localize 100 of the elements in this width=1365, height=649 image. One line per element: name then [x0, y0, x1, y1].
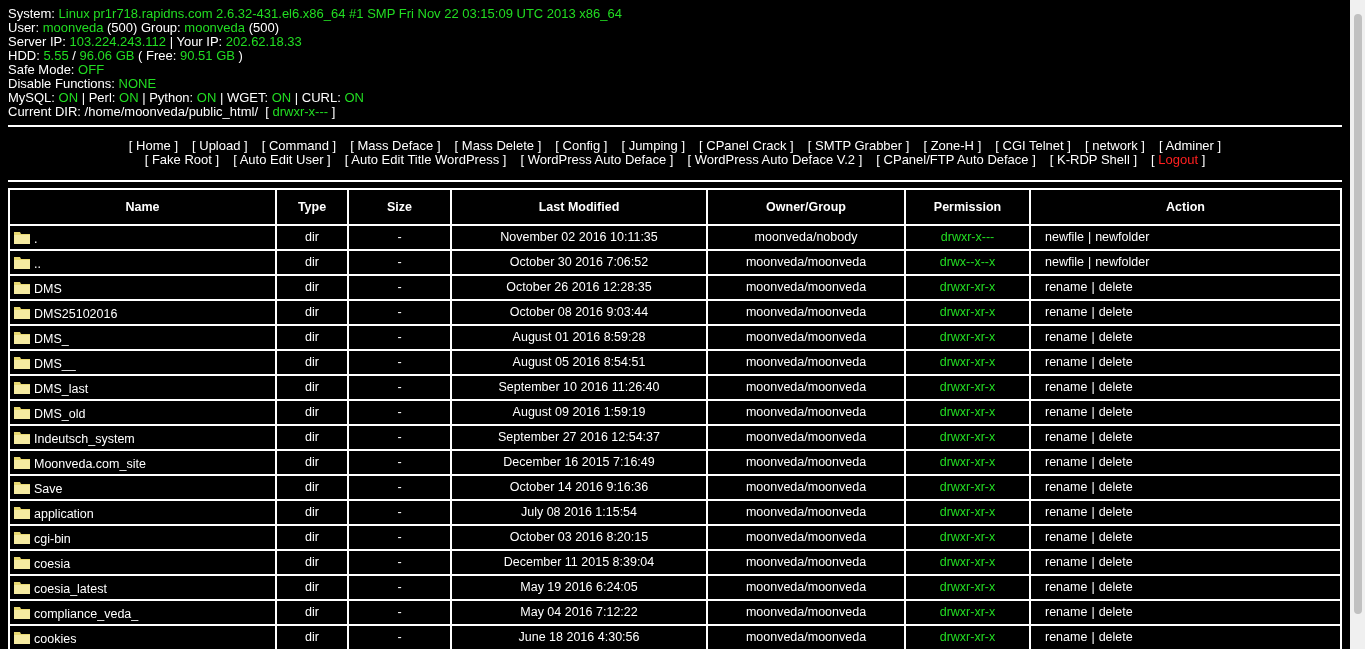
action-link[interactable]: delete — [1098, 603, 1133, 622]
folder-icon — [14, 306, 30, 319]
permission-cell: drwxr-xr-x — [905, 400, 1030, 425]
nav-link[interactable]: [ Upload ] — [192, 139, 248, 153]
separator: | — [1090, 279, 1096, 297]
nav-link[interactable]: [ Logout ] — [1151, 153, 1206, 167]
nav-link[interactable]: [ SMTP Grabber ] — [807, 139, 910, 153]
modified-cell: December 16 2015 7:16:49 — [451, 450, 707, 475]
action-link[interactable]: delete — [1098, 578, 1133, 597]
action-link[interactable]: rename — [1045, 503, 1088, 522]
action-link[interactable]: delete — [1098, 328, 1133, 347]
nav-link[interactable]: [ Home ] — [128, 139, 178, 153]
action-link[interactable]: rename — [1045, 353, 1088, 372]
folder-name[interactable]: DMS — [34, 276, 62, 299]
action-link[interactable]: delete — [1098, 528, 1133, 547]
owner-cell: moonveda/moonveda — [707, 525, 905, 550]
nav-link[interactable]: [ CPanel/FTP Auto Deface ] — [876, 153, 1036, 167]
nav-link[interactable]: [ Fake Root ] — [144, 153, 220, 167]
action-link[interactable]: rename — [1045, 453, 1088, 472]
nav-link[interactable]: [ Jumping ] — [621, 139, 685, 153]
size-cell: - — [348, 250, 451, 275]
action-link[interactable]: delete — [1098, 628, 1133, 647]
action-link[interactable]: delete — [1098, 278, 1133, 297]
folder-name[interactable]: Save — [34, 476, 63, 499]
action-link[interactable]: newfile — [1045, 253, 1084, 272]
folder-name[interactable]: cgi-bin — [34, 526, 71, 549]
action-link[interactable]: delete — [1098, 303, 1133, 322]
action-link[interactable]: rename — [1045, 278, 1088, 297]
nav-link[interactable]: [ Adminer ] — [1159, 139, 1222, 153]
type-cell: dir — [276, 300, 348, 325]
folder-name[interactable]: DMS__ — [34, 351, 76, 374]
action-link[interactable]: delete — [1098, 353, 1133, 372]
modified-cell: August 05 2016 8:54:51 — [451, 350, 707, 375]
action-link[interactable]: rename — [1045, 553, 1088, 572]
separator: | — [1090, 304, 1096, 322]
size-cell: - — [348, 575, 451, 600]
nav-link[interactable]: [ Mass Delete ] — [454, 139, 542, 153]
folder-name[interactable]: application — [34, 501, 94, 524]
permission-cell: drwxr-xr-x — [905, 375, 1030, 400]
nav-link[interactable]: [ Auto Edit Title WordPress ] — [344, 153, 507, 167]
nav-link[interactable]: [ K-RDP Shell ] — [1049, 153, 1138, 167]
nav-link[interactable]: [ WordPress Auto Deface V.2 ] — [687, 153, 863, 167]
scrollbar[interactable] — [1350, 0, 1365, 649]
owner-cell: moonveda/moonveda — [707, 300, 905, 325]
modified-cell: May 19 2016 6:24:05 — [451, 575, 707, 600]
modified-cell: May 04 2016 7:12:22 — [451, 600, 707, 625]
folder-name[interactable]: Moonveda.com_site — [34, 451, 146, 474]
nav-link[interactable]: [ network ] — [1084, 139, 1145, 153]
folder-name[interactable]: coesia — [34, 551, 71, 574]
action-link[interactable]: delete — [1098, 503, 1133, 522]
action-link[interactable]: rename — [1045, 428, 1088, 447]
folder-name[interactable]: cookies — [34, 626, 77, 649]
action-link[interactable]: delete — [1098, 428, 1133, 447]
action-link[interactable]: delete — [1098, 553, 1133, 572]
action-link[interactable]: rename — [1045, 628, 1088, 647]
folder-name[interactable]: DMS_old — [34, 401, 86, 424]
folder-icon — [14, 231, 30, 244]
folder-name[interactable]: . — [34, 226, 38, 249]
folder-name[interactable]: Indeutsch_system — [34, 426, 135, 449]
nav-link[interactable]: [ CPanel Crack ] — [699, 139, 794, 153]
action-link[interactable]: newfolder — [1095, 253, 1150, 272]
size-cell: - — [348, 475, 451, 500]
folder-name[interactable]: DMS25102016 — [34, 301, 118, 324]
type-cell: dir — [276, 525, 348, 550]
folder-name[interactable]: compliance_veda_ — [34, 601, 139, 624]
folder-name[interactable]: coesia_latest — [34, 576, 107, 599]
nav-link[interactable]: [ Command ] — [261, 139, 337, 153]
action-link[interactable]: rename — [1045, 403, 1088, 422]
owner-cell: moonveda/moonveda — [707, 550, 905, 575]
permission-cell: drwxr-xr-x — [905, 275, 1030, 300]
action-link[interactable]: newfolder — [1095, 228, 1150, 247]
action-link[interactable]: newfile — [1045, 228, 1084, 247]
nav-link[interactable]: [ Zone-H ] — [923, 139, 982, 153]
system-info-line: Disable Functions: NONE — [8, 77, 157, 91]
separator: | — [1090, 454, 1096, 472]
nav-link[interactable]: [ Config ] — [555, 139, 608, 153]
folder-name[interactable]: DMS_ — [34, 326, 69, 349]
size-cell: - — [348, 375, 451, 400]
folder-name[interactable]: DMS_last — [34, 376, 89, 399]
separator: | — [1090, 329, 1096, 347]
action-link[interactable]: delete — [1098, 378, 1133, 397]
nav-link[interactable]: [ WordPress Auto Deface ] — [520, 153, 674, 167]
action-link[interactable]: delete — [1098, 453, 1133, 472]
action-link[interactable]: delete — [1098, 478, 1133, 497]
nav-link[interactable]: [ Auto Edit User ] — [233, 153, 331, 167]
action-link[interactable]: rename — [1045, 478, 1088, 497]
action-link[interactable]: rename — [1045, 528, 1088, 547]
nav-link[interactable]: [ CGI Telnet ] — [995, 139, 1071, 153]
permission-cell: drwxr-xr-x — [905, 575, 1030, 600]
nav-link[interactable]: [ Mass Deface ] — [350, 139, 441, 153]
separator: | — [1086, 254, 1093, 272]
action-link[interactable]: rename — [1045, 328, 1088, 347]
type-cell: dir — [276, 425, 348, 450]
action-link[interactable]: rename — [1045, 378, 1088, 397]
action-link[interactable]: delete — [1098, 403, 1133, 422]
action-link[interactable]: rename — [1045, 603, 1088, 622]
action-link[interactable]: rename — [1045, 578, 1088, 597]
folder-name[interactable]: .. — [34, 251, 41, 274]
action-link[interactable]: rename — [1045, 303, 1088, 322]
permission-cell: drwxr-xr-x — [905, 325, 1030, 350]
